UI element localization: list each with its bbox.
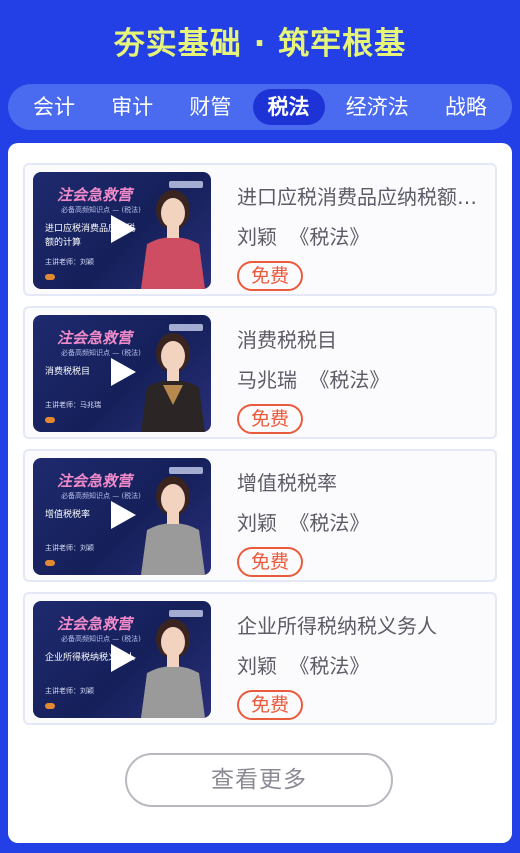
thumbnail-teacher: 主讲老师：马兆瑞 (45, 401, 101, 409)
thumbnail-teacher: 主讲老师：刘颖 (45, 687, 94, 695)
play-icon[interactable] (106, 356, 138, 388)
thumbnail-teacher: 主讲老师：刘颖 (45, 258, 94, 266)
play-icon[interactable] (106, 499, 138, 531)
thumbnail-teacher: 主讲老师：刘颖 (45, 544, 94, 552)
course-thumbnail[interactable]: 注会急救营 必备高频知识点 — (税法) 增值税税率 主讲老师：刘颖 (33, 458, 211, 575)
course-info: 消费税税目 马兆瑞 《税法》 免费 (237, 326, 487, 434)
course-card[interactable]: 注会急救营 必备高频知识点 — (税法) 消费税税目 主讲老师：马兆瑞 消费税税… (23, 306, 497, 439)
tab-kuaiji[interactable]: 会计 (18, 89, 90, 125)
course-list-panel: 注会急救营 必备高频知识点 — (税法) 进口应税消费品应纳税额的计算 主讲老师… (8, 143, 512, 843)
play-icon[interactable] (106, 213, 138, 245)
tab-jingjifa[interactable]: 经济法 (331, 89, 424, 125)
course-title: 增值税税率 (237, 471, 337, 495)
course-meta: 刘颖 《税法》 (237, 509, 487, 537)
free-badge: 免费 (237, 261, 304, 291)
course-title: 消费税税目 (237, 328, 337, 352)
thumbnail-footer-mark (45, 417, 55, 423)
course-thumbnail[interactable]: 注会急救营 必备高频知识点 — (税法) 企业所得税纳税义务人 主讲老师：刘颖 (33, 601, 211, 718)
course-subject: 《税法》 (289, 511, 370, 535)
thumbnail-footer-mark (45, 274, 55, 280)
course-teacher: 马兆瑞 (237, 368, 297, 392)
course-title: 进口应税消费品应纳税额的计算 (237, 185, 487, 209)
course-card[interactable]: 注会急救营 必备高频知识点 — (税法) 增值税税率 主讲老师：刘颖 增值税税率… (23, 449, 497, 582)
course-meta: 刘颖 《税法》 (237, 652, 487, 680)
course-info: 企业所得税纳税义务人 刘颖 《税法》 免费 (237, 612, 487, 720)
course-meta: 刘颖 《税法》 (237, 223, 487, 251)
thumbnail-brand: 注会急救营 (57, 186, 133, 204)
thumbnail-brand: 注会急救营 (57, 329, 133, 347)
tab-shenji[interactable]: 审计 (96, 89, 168, 125)
play-icon[interactable] (106, 642, 138, 674)
course-subject: 《税法》 (289, 654, 370, 678)
course-teacher: 刘颖 (237, 225, 277, 249)
course-subject: 《税法》 (289, 225, 370, 249)
course-title: 企业所得税纳税义务人 (237, 614, 437, 638)
tab-zhanlue[interactable]: 战略 (430, 89, 502, 125)
thumbnail-brand: 注会急救营 (57, 472, 133, 490)
thumbnail-footer-mark (45, 560, 55, 566)
tab-shuifa[interactable]: 税法 (252, 89, 325, 125)
course-card[interactable]: 注会急救营 必备高频知识点 — (税法) 进口应税消费品应纳税额的计算 主讲老师… (23, 163, 497, 296)
teacher-portrait (141, 619, 205, 718)
teacher-portrait (141, 476, 205, 575)
course-info: 进口应税消费品应纳税额的计算 刘颖 《税法》 免费 (237, 183, 487, 291)
banner-title: 夯实基础 · 筑牢根基 (113, 26, 407, 62)
course-teacher: 刘颖 (237, 654, 277, 678)
thumbnail-brand: 注会急救营 (57, 615, 133, 633)
tab-caiguan[interactable]: 财管 (174, 89, 246, 125)
course-info: 增值税税率 刘颖 《税法》 免费 (237, 469, 487, 577)
teacher-portrait (141, 190, 205, 289)
free-badge: 免费 (237, 690, 304, 720)
course-thumbnail[interactable]: 注会急救营 必备高频知识点 — (税法) 消费税税目 主讲老师：马兆瑞 (33, 315, 211, 432)
teacher-portrait (141, 333, 205, 432)
course-subject: 《税法》 (309, 368, 390, 392)
course-teacher: 刘颖 (237, 511, 277, 535)
free-badge: 免费 (237, 547, 304, 577)
view-more-button[interactable]: 查看更多 (125, 753, 393, 807)
course-meta: 马兆瑞 《税法》 (237, 366, 487, 394)
free-badge: 免费 (237, 404, 304, 434)
thumbnail-footer-mark (45, 703, 55, 709)
subject-tabs: 会计 审计 财管 税法 经济法 战略 (8, 84, 512, 130)
course-thumbnail[interactable]: 注会急救营 必备高频知识点 — (税法) 进口应税消费品应纳税额的计算 主讲老师… (33, 172, 211, 289)
course-card[interactable]: 注会急救营 必备高频知识点 — (税法) 企业所得税纳税义务人 主讲老师：刘颖 … (23, 592, 497, 725)
